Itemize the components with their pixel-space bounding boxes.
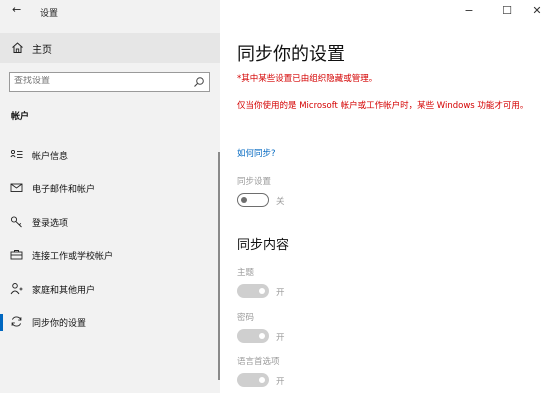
sidebar-item-family[interactable]: 家庭和其他用户 [0,276,220,302]
sync-icon [11,316,22,327]
sidebar-item-sign-in[interactable]: 登录选项 [0,209,220,235]
language-label: 语言首选项 [237,357,280,367]
page-title: 同步你的设置 [237,44,345,65]
search-box[interactable] [9,72,210,92]
sidebar: ← 设置 主页 帐户 帐户信息 电子邮件和帐户 [0,0,220,393]
sidebar-item-account-info[interactable]: 帐户信息 [0,142,220,168]
toggle-knob [259,288,265,294]
theme-toggle [237,284,269,298]
password-toggle [237,329,269,343]
password-state: 开 [276,333,285,343]
mail-icon [10,183,23,192]
add-person-icon [10,283,23,295]
sidebar-item-email[interactable]: 电子邮件和帐户 [0,175,220,201]
toggle-knob [259,333,265,339]
sync-setting-toggle[interactable] [237,193,269,207]
sync-setting-label: 同步设置 [237,177,272,187]
sidebar-item-label: 同步你的设置 [32,319,87,329]
home-icon [12,42,23,53]
maximize-button[interactable]: ☐ [490,0,524,22]
account-info-icon [10,149,23,158]
sidebar-item-work-school[interactable]: 连接工作或学校帐户 [0,242,220,268]
active-indicator [0,314,3,331]
sidebar-item-home[interactable]: 主页 [0,33,220,63]
toggle-knob [259,377,265,383]
close-button[interactable]: ✕ [520,0,554,22]
theme-label: 主题 [237,268,255,278]
key-icon [10,216,22,228]
toggle-knob [241,196,247,203]
sidebar-item-label: 电子邮件和帐户 [32,185,96,195]
how-sync-link[interactable]: 如何同步? [237,147,276,159]
sync-content-title: 同步内容 [237,238,290,253]
minimize-button[interactable]: − [452,0,486,22]
language-toggle [237,373,269,387]
back-button[interactable]: ← [12,3,21,16]
sidebar-item-label: 主页 [32,45,52,56]
warning-note: 仅当你使用的是 Microsoft 帐户或工作帐户时，某些 Windows 功能… [237,101,529,111]
managed-note: *其中某些设置已由组织隐藏或管理。 [237,74,378,84]
sidebar-scrollbar[interactable] [218,152,220,380]
sidebar-item-label: 连接工作或学校帐户 [32,252,114,262]
language-state: 开 [276,377,285,387]
sidebar-item-label: 家庭和其他用户 [32,286,96,296]
theme-state: 开 [276,288,285,298]
window-title: 设置 [40,9,59,19]
sidebar-item-sync[interactable]: 同步你的设置 [0,309,220,335]
sidebar-item-label: 帐户信息 [32,152,69,162]
sync-setting-state: 关 [276,197,285,207]
password-label: 密码 [237,313,255,323]
search-icon[interactable] [193,76,205,88]
search-input[interactable] [14,76,184,86]
sidebar-section-header: 帐户 [11,112,30,122]
sidebar-item-label: 登录选项 [32,219,69,229]
briefcase-icon [10,250,23,260]
